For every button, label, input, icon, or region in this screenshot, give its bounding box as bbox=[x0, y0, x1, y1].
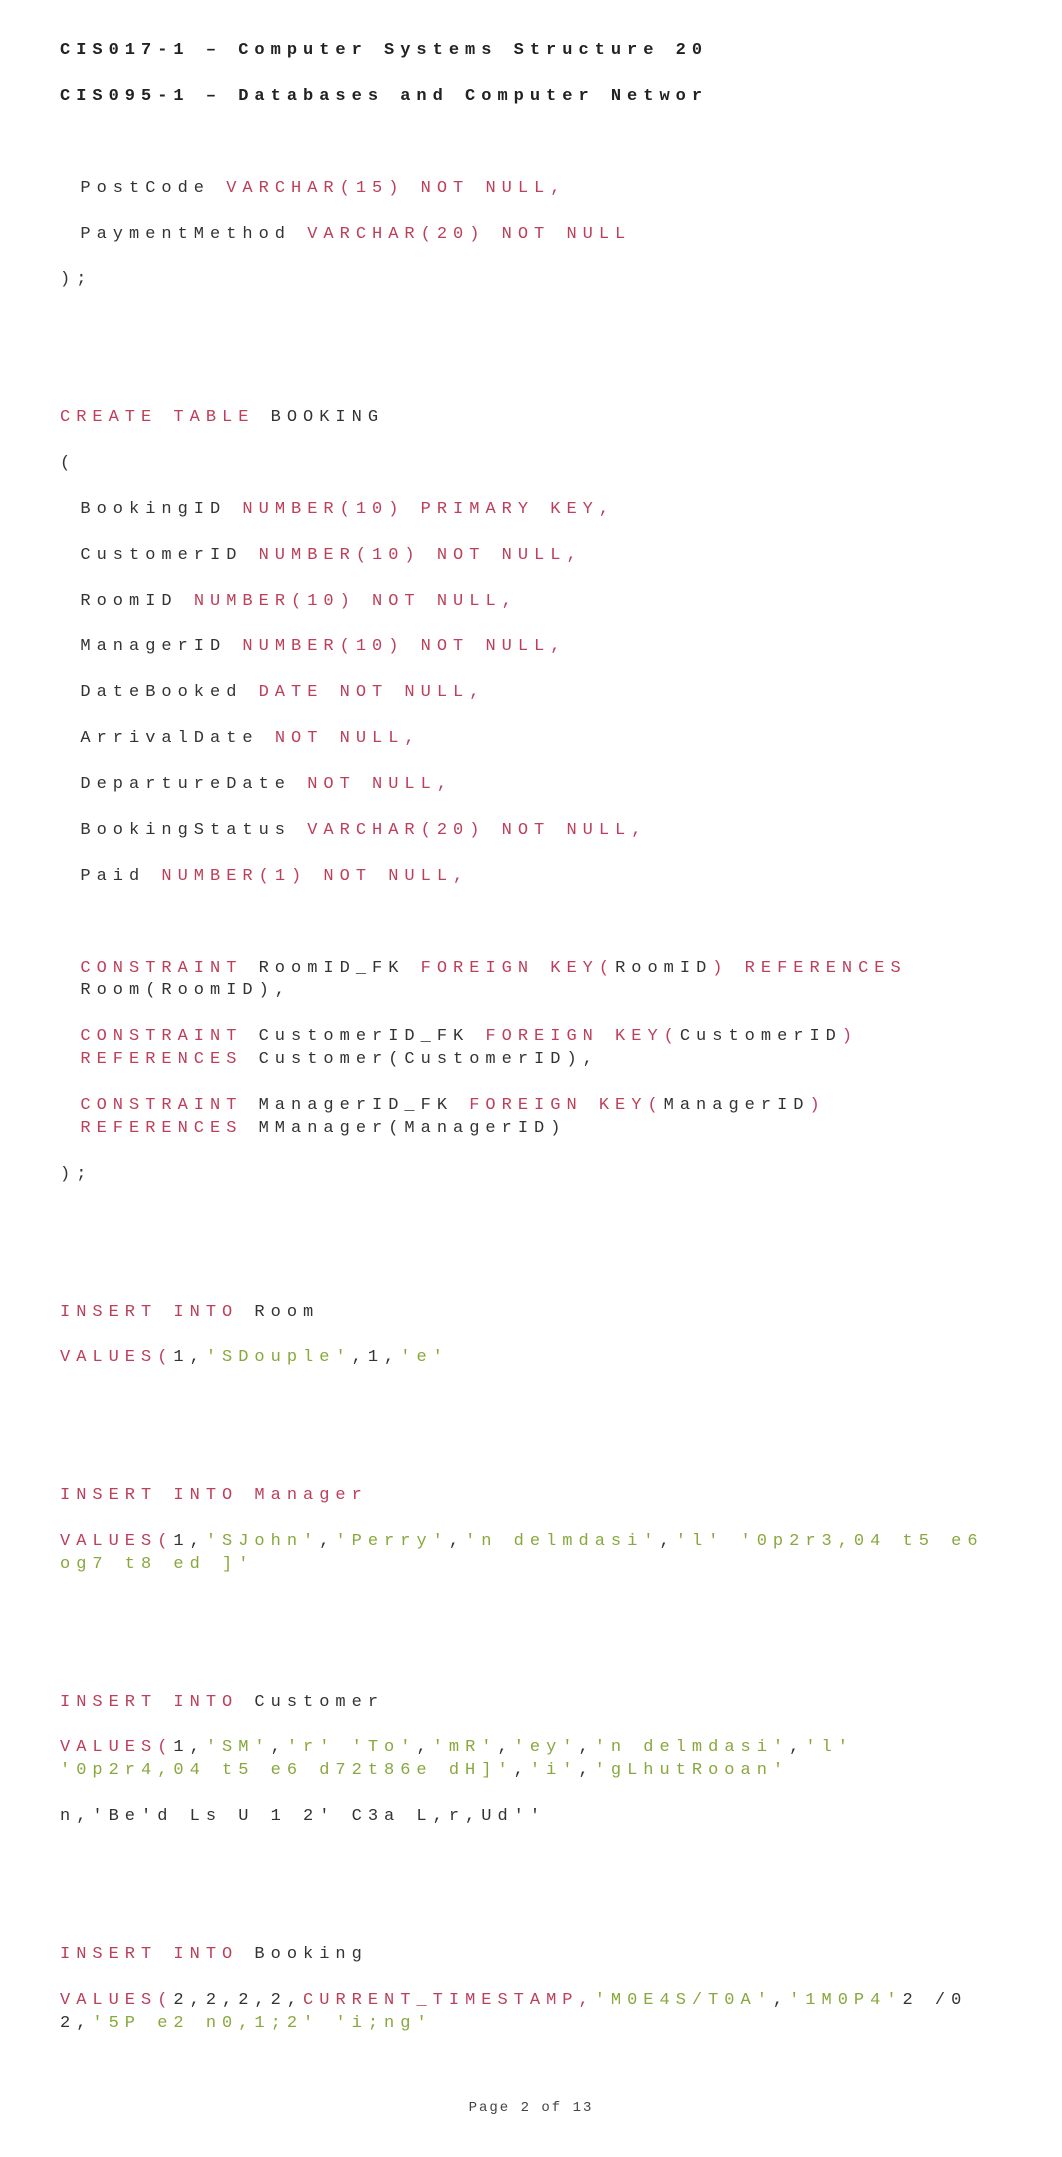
not-null: NOT NULL, bbox=[275, 729, 421, 748]
table-customer: Customer bbox=[254, 1693, 384, 1712]
kw-values: VALUES( bbox=[60, 1532, 173, 1551]
kw-foreign-key: FOREIGN KEY( bbox=[421, 959, 615, 978]
kw-values: VALUES( bbox=[60, 1348, 173, 1367]
continuation: n,'Be'd Ls U 1 2' C3a L,r,Ud'' bbox=[60, 1807, 546, 1826]
constraint-managerid-fk: ManagerID_FK bbox=[259, 1096, 470, 1115]
type-number: NUMBER(10) NOT NULL, bbox=[259, 546, 583, 565]
kw-create-table: CREATE TABLE bbox=[60, 408, 271, 427]
str-literal: 'ey' bbox=[514, 1738, 579, 1757]
kw-current-timestamp: CURRENT_TIMESTAMP, bbox=[303, 1991, 595, 2010]
kw-constraint: CONSTRAINT bbox=[80, 1096, 258, 1115]
num-literal: 1, bbox=[173, 1532, 205, 1551]
str-literal: 'r' bbox=[287, 1738, 336, 1757]
constraint-roomid-fk: RoomID_FK bbox=[259, 959, 421, 978]
constraint-customerid-fk: CustomerID_FK bbox=[259, 1027, 486, 1046]
header-line-1: CIS017-1 – Computer Systems Structure 20 bbox=[60, 40, 1002, 63]
fk-col: RoomID bbox=[615, 959, 712, 978]
kw-insert-into: INSERT INTO bbox=[60, 1693, 254, 1712]
type-date: DATE NOT NULL, bbox=[259, 683, 486, 702]
num-literal: 1, bbox=[173, 1348, 205, 1367]
str-literal: 'Perry' bbox=[335, 1532, 448, 1551]
type-number: NUMBER(10) NOT NULL, bbox=[194, 592, 518, 611]
num-literal: 1, bbox=[173, 1738, 205, 1757]
str-literal: 'SDouple' bbox=[206, 1348, 352, 1367]
str-literal: 'To' bbox=[352, 1738, 417, 1757]
str-literal: 'M0E4S/T0A' bbox=[595, 1991, 773, 2010]
str-literal: 'i;ng' bbox=[335, 2014, 432, 2033]
str-literal: '0p2r4,04 t5 e6 d72t86e dH]' bbox=[60, 1761, 514, 1780]
str-literal: '1M0P4' bbox=[789, 1991, 902, 2010]
str-literal: '5P e2 n0,1;2' bbox=[92, 2014, 319, 2033]
kw-constraint: CONSTRAINT bbox=[80, 959, 258, 978]
str-literal: 'l' bbox=[676, 1532, 725, 1551]
kw-references: ) REFERENCES bbox=[712, 959, 923, 978]
open-paren: ( bbox=[60, 454, 76, 473]
fk-col: ManagerID bbox=[664, 1096, 810, 1115]
type-number-pk: NUMBER(10) PRIMARY KEY, bbox=[242, 500, 615, 519]
str-literal: 'i' bbox=[530, 1761, 579, 1780]
kw-insert-into: INSERT INTO bbox=[60, 1303, 254, 1322]
col-customerid: CustomerID bbox=[80, 546, 258, 565]
type-varchar: VARCHAR(20) NOT NULL bbox=[307, 225, 631, 244]
ref-room: Room(RoomID), bbox=[80, 981, 291, 1000]
type-number: NUMBER(10) NOT NULL, bbox=[242, 637, 566, 656]
col-departuredate: DepartureDate bbox=[80, 775, 307, 794]
comma: , bbox=[352, 1348, 368, 1367]
kw-insert-into-manager: INSERT INTO Manager bbox=[60, 1486, 368, 1505]
str-literal: 'n delmdasi' bbox=[465, 1532, 659, 1551]
str-literal: 'gLhutRooan' bbox=[595, 1761, 789, 1780]
kw-constraint: CONSTRAINT bbox=[80, 1027, 258, 1046]
col-paymentmethod: PaymentMethod bbox=[80, 225, 307, 244]
col-roomid: RoomID bbox=[80, 592, 193, 611]
kw-foreign-key: FOREIGN KEY( bbox=[469, 1096, 663, 1115]
num-literals: 2,2,2,2, bbox=[173, 1991, 303, 2010]
col-bookingid: BookingID bbox=[80, 500, 242, 519]
type-number: NUMBER(1) NOT NULL, bbox=[161, 867, 469, 886]
fk-col: CustomerID bbox=[680, 1027, 842, 1046]
header-line-2: CIS095-1 – Databases and Computer Networ bbox=[60, 86, 1002, 109]
col-postcode: PostCode bbox=[80, 179, 226, 198]
type-varchar: VARCHAR(20) NOT NULL, bbox=[307, 821, 647, 840]
not-null: NOT NULL, bbox=[307, 775, 453, 794]
type-varchar: VARCHAR(15) NOT NULL, bbox=[226, 179, 566, 198]
col-arrivaldate: ArrivalDate bbox=[80, 729, 274, 748]
ref-manager: MManager(ManagerID) bbox=[259, 1119, 567, 1138]
col-datebooked: DateBooked bbox=[80, 683, 258, 702]
str-literal: 'l' bbox=[805, 1738, 854, 1757]
table-room: Room bbox=[254, 1303, 319, 1322]
ref-customer: Customer(CustomerID), bbox=[259, 1050, 599, 1069]
col-managerid: ManagerID bbox=[80, 637, 242, 656]
str-literal: 'SJohn' bbox=[206, 1532, 319, 1551]
close-paren: ); bbox=[60, 1165, 92, 1184]
str-literal: 'n delmdasi' bbox=[595, 1738, 789, 1757]
page-number: Page 2 of 13 bbox=[60, 2099, 1002, 2118]
table-booking: BOOKING bbox=[271, 408, 384, 427]
str-literal: 'e' bbox=[400, 1348, 449, 1367]
str-literal: 'SM' bbox=[206, 1738, 271, 1757]
kw-values: VALUES( bbox=[60, 1991, 173, 2010]
close-paren: ); bbox=[60, 270, 92, 289]
table-booking: Booking bbox=[254, 1945, 367, 1964]
kw-foreign-key: FOREIGN KEY( bbox=[485, 1027, 679, 1046]
col-paid: Paid bbox=[80, 867, 161, 886]
kw-insert-into: INSERT INTO bbox=[60, 1945, 254, 1964]
col-bookingstatus: BookingStatus bbox=[80, 821, 307, 840]
str-literal: 'mR' bbox=[433, 1738, 498, 1757]
num-literal: 1, bbox=[368, 1348, 400, 1367]
kw-values: VALUES( bbox=[60, 1738, 173, 1757]
